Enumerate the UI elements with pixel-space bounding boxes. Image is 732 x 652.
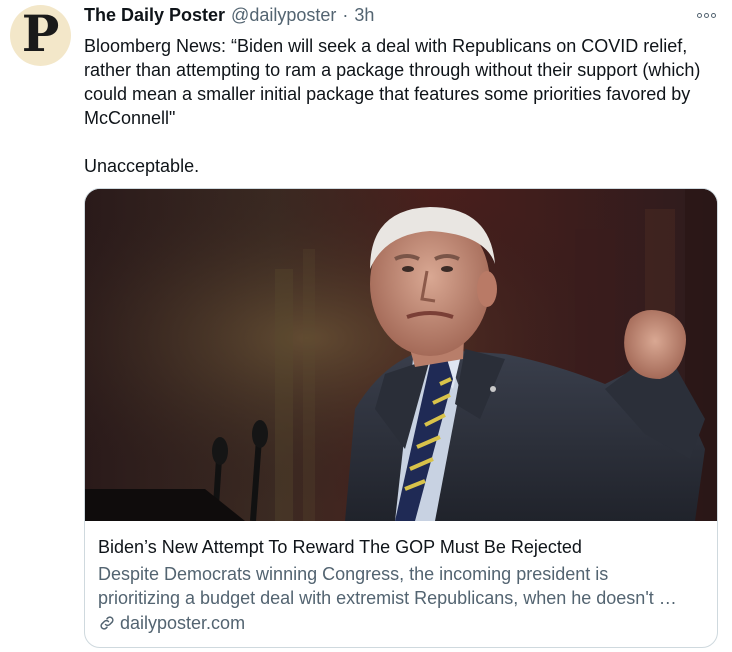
tweet-text: Bloomberg News: “Biden will seek a deal … xyxy=(84,34,714,178)
tweet-text-paragraph: Unacceptable. xyxy=(84,156,200,176)
link-preview-domain-text: dailyposter.com xyxy=(120,613,246,633)
timestamp[interactable]: 3h xyxy=(354,5,374,26)
link-preview-photo[interactable] xyxy=(85,189,717,521)
more-options-icon[interactable] xyxy=(693,9,719,21)
avatar[interactable]: P xyxy=(10,5,71,66)
link-preview-domain[interactable]: dailyposter.com xyxy=(98,611,703,635)
tweet[interactable]: P The Daily Poster @dailyposter · 3h Blo… xyxy=(0,0,732,652)
link-preview-meta: Biden’s New Attempt To Reward The GOP Mu… xyxy=(98,535,703,635)
separator-dot: · xyxy=(342,5,349,25)
link-preview-description: Despite Democrats winning Congress, the … xyxy=(98,562,703,610)
link-icon xyxy=(100,616,114,630)
link-preview-photo-graphic xyxy=(85,189,717,521)
link-preview-title[interactable]: Biden’s New Attempt To Reward The GOP Mu… xyxy=(98,535,703,559)
link-preview-card[interactable]: Biden’s New Attempt To Reward The GOP Mu… xyxy=(84,188,718,648)
link-preview-description-line: Despite Democrats winning Congress, the … xyxy=(98,564,609,584)
user-handle[interactable]: @dailyposter xyxy=(231,5,336,26)
tweet-header: The Daily Poster @dailyposter · 3h xyxy=(84,5,374,26)
display-name[interactable]: The Daily Poster xyxy=(84,5,225,26)
tweet-text-paragraph: Bloomberg News: “Biden will seek a deal … xyxy=(84,36,701,128)
gothic-letter-p-icon: P xyxy=(21,5,60,63)
link-preview-description-line: prioritizing a budget deal with extremis… xyxy=(98,588,677,608)
